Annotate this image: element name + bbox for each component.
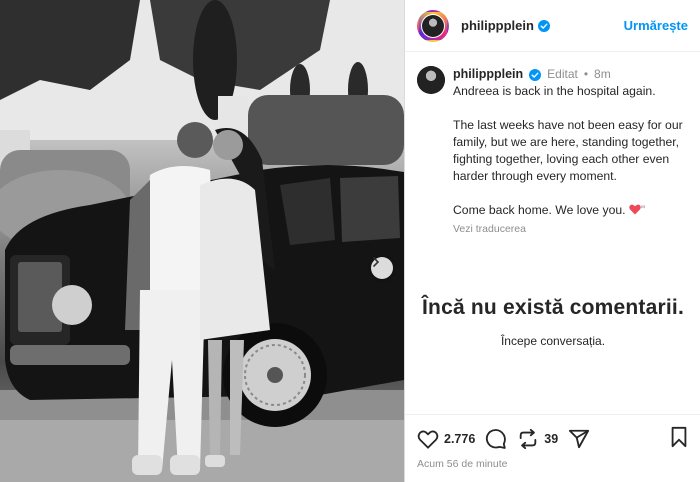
caption-paragraph-2: The last weeks have not been easy for ou…	[453, 118, 683, 183]
start-conversation-text: Începe conversația.	[500, 334, 606, 348]
author-avatar[interactable]	[417, 9, 449, 42]
repost-count: 39	[544, 432, 559, 446]
author-username[interactable]: philippplein	[461, 18, 534, 33]
caption-paragraph-3: Come back home. We love you. "	[453, 202, 688, 219]
post-actions: 2.776 39 Acum 56 de minute	[405, 414, 700, 470]
follow-button[interactable]: Urmărește	[624, 18, 688, 33]
heart-icon	[417, 430, 439, 449]
bookmark-icon	[671, 426, 687, 447]
repost-button[interactable]: 39	[517, 428, 558, 450]
verified-badge-icon	[537, 19, 550, 32]
post-caption: philippplein Editat • 8m Andreea is back…	[405, 52, 700, 238]
comment-button[interactable]	[485, 428, 507, 450]
instagram-post-modal: philippplein Urmărește philippplein Edit…	[0, 0, 700, 482]
caption-line-1: Andreea is back in the hospital again.	[453, 84, 656, 98]
repost-icon	[520, 428, 537, 450]
comment-icon	[486, 429, 507, 449]
see-translation-link[interactable]: Vezi traducerea	[453, 221, 688, 238]
save-button[interactable]	[669, 426, 689, 453]
heart-emoji-icon	[629, 204, 641, 215]
share-button[interactable]	[568, 428, 590, 450]
verified-badge-icon	[529, 68, 542, 81]
posted-time[interactable]: Acum 56 de minute	[417, 458, 689, 470]
post-photo[interactable]	[0, 0, 404, 482]
no-comments-title: Încă nu există comentarii.	[422, 296, 684, 319]
like-count: 2.776	[444, 432, 476, 446]
next-photo-button[interactable]	[371, 257, 393, 279]
edited-label: Editat	[547, 67, 578, 81]
post-side-panel: philippplein Urmărește philippplein Edit…	[404, 0, 700, 482]
chevron-right-icon	[373, 257, 380, 267]
no-comments-state: Încă nu există comentarii. Începe conver…	[405, 296, 700, 348]
post-header: philippplein Urmărește	[405, 0, 700, 52]
share-icon	[569, 429, 590, 449]
like-button[interactable]: 2.776	[417, 429, 475, 449]
caption-paragraph-3-text: Come back home. We love you.	[453, 203, 629, 217]
separator-dot: •	[583, 67, 589, 81]
caption-author-avatar[interactable]	[417, 66, 445, 94]
photo-illustration	[0, 0, 404, 482]
caption-time: 8m	[594, 67, 611, 81]
caption-username[interactable]: philippplein	[453, 66, 523, 83]
quote-mark: "	[640, 203, 646, 217]
